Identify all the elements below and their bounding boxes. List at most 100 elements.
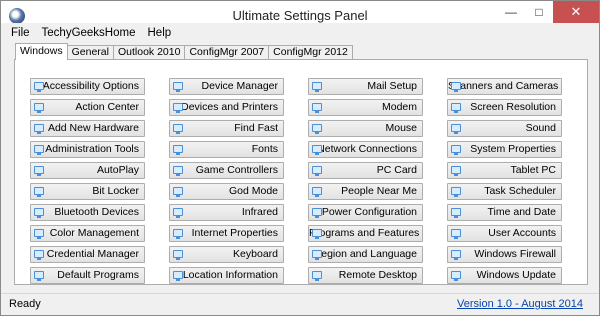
setting-button-mouse[interactable]: Mouse <box>308 120 423 137</box>
setting-button-label: Bit Locker <box>92 185 139 197</box>
monitor-icon <box>451 250 461 260</box>
setting-button-label: Region and Language <box>313 248 417 260</box>
minimize-button[interactable]: — <box>497 1 525 23</box>
setting-button-location-information[interactable]: Location Information <box>169 267 284 284</box>
monitor-icon <box>312 208 322 218</box>
setting-button-label: Accessibility Options <box>42 80 139 92</box>
monitor-icon <box>451 145 461 155</box>
setting-button-label: Remote Desktop <box>338 269 417 281</box>
monitor-icon <box>173 82 183 92</box>
setting-button-label: Game Controllers <box>195 164 278 176</box>
monitor-icon <box>34 103 44 113</box>
monitor-icon <box>312 166 322 176</box>
setting-button-scanners-and-cameras[interactable]: Scanners and Cameras <box>447 78 562 95</box>
setting-button-label: Task Scheduler <box>484 185 556 197</box>
monitor-icon <box>173 271 183 281</box>
monitor-icon <box>312 145 322 155</box>
monitor-icon <box>173 250 183 260</box>
monitor-icon <box>312 187 322 197</box>
setting-button-label: User Accounts <box>488 227 556 239</box>
monitor-icon <box>173 124 183 134</box>
setting-button-network-connections[interactable]: Network Connections <box>308 141 423 158</box>
tab-configmgr-2007[interactable]: ConfigMgr 2007 <box>184 45 270 59</box>
maximize-button[interactable]: □ <box>525 1 553 23</box>
setting-button-tablet-pc[interactable]: Tablet PC <box>447 162 562 179</box>
setting-button-keyboard[interactable]: Keyboard <box>169 246 284 263</box>
setting-button-fonts[interactable]: Fonts <box>169 141 284 158</box>
status-text: Ready <box>9 298 41 310</box>
setting-button-system-properties[interactable]: System Properties <box>447 141 562 158</box>
setting-button-autoplay[interactable]: AutoPlay <box>30 162 145 179</box>
setting-button-bit-locker[interactable]: Bit Locker <box>30 183 145 200</box>
monitor-icon <box>312 271 322 281</box>
tab-outlook-2010[interactable]: Outlook 2010 <box>112 45 186 59</box>
monitor-icon <box>34 124 44 134</box>
monitor-icon <box>173 208 183 218</box>
setting-button-label: AutoPlay <box>96 164 139 176</box>
setting-button-action-center[interactable]: Action Center <box>30 99 145 116</box>
setting-button-device-manager[interactable]: Device Manager <box>169 78 284 95</box>
setting-button-credential-manager[interactable]: Credential Manager <box>30 246 145 263</box>
setting-button-user-accounts[interactable]: User Accounts <box>447 225 562 242</box>
monitor-icon <box>173 145 183 155</box>
setting-button-region-and-language[interactable]: Region and Language <box>308 246 423 263</box>
setting-button-label: PC Card <box>376 164 417 176</box>
setting-button-administration-tools[interactable]: Administration Tools <box>30 141 145 158</box>
setting-button-label: Windows Firewall <box>474 248 556 260</box>
setting-button-game-controllers[interactable]: Game Controllers <box>169 162 284 179</box>
setting-button-pc-card[interactable]: PC Card <box>308 162 423 179</box>
version-link[interactable]: Version 1.0 - August 2014 <box>457 298 583 310</box>
setting-button-add-new-hardware[interactable]: Add New Hardware <box>30 120 145 137</box>
setting-button-label: Screen Resolution <box>470 101 556 113</box>
setting-button-programs-and-features[interactable]: Programs and Features <box>308 225 423 242</box>
monitor-icon <box>312 103 322 113</box>
tab-windows[interactable]: Windows <box>15 43 68 60</box>
setting-button-people-near-me[interactable]: People Near Me <box>308 183 423 200</box>
setting-button-windows-update[interactable]: Windows Update <box>447 267 562 284</box>
setting-button-label: Network Connections <box>317 143 417 155</box>
settings-button-grid: Accessibility Options Device Manager Mail … <box>30 78 562 284</box>
setting-button-time-and-date[interactable]: Time and Date <box>447 204 562 221</box>
setting-button-label: People Near Me <box>341 185 417 197</box>
setting-button-windows-firewall[interactable]: Windows Firewall <box>447 246 562 263</box>
setting-button-devices-and-printers[interactable]: Devices and Printers <box>169 99 284 116</box>
setting-button-color-management[interactable]: Color Management <box>30 225 145 242</box>
monitor-icon <box>34 271 44 281</box>
setting-button-infrared[interactable]: Infrared <box>169 204 284 221</box>
setting-button-modem[interactable]: Modem <box>308 99 423 116</box>
app-window: Ultimate Settings Panel — □ ✕ File Techy… <box>0 0 600 316</box>
menu-file[interactable]: File <box>5 23 36 43</box>
close-button[interactable]: ✕ <box>553 1 599 23</box>
setting-button-default-programs[interactable]: Default Programs <box>30 267 145 284</box>
menu-bar: File TechyGeeksHome Help <box>1 23 599 43</box>
monitor-icon <box>34 250 44 260</box>
menu-techygeekshome[interactable]: TechyGeeksHome <box>36 23 142 43</box>
setting-button-label: Credential Manager <box>46 248 139 260</box>
setting-button-mail-setup[interactable]: Mail Setup <box>308 78 423 95</box>
setting-button-label: Bluetooth Devices <box>54 206 139 218</box>
monitor-icon <box>451 229 461 239</box>
setting-button-sound[interactable]: Sound <box>447 120 562 137</box>
setting-button-label: Infrared <box>241 206 278 218</box>
setting-button-find-fast[interactable]: Find Fast <box>169 120 284 137</box>
setting-button-power-configuration[interactable]: Power Configuration <box>308 204 423 221</box>
setting-button-internet-properties[interactable]: Internet Properties <box>169 225 284 242</box>
setting-button-label: Windows Update <box>476 269 556 281</box>
monitor-icon <box>173 187 183 197</box>
tab-strip: Windows General Outlook 2010 ConfigMgr 2… <box>15 43 353 60</box>
setting-button-screen-resolution[interactable]: Screen Resolution <box>447 99 562 116</box>
monitor-icon <box>34 229 44 239</box>
setting-button-remote-desktop[interactable]: Remote Desktop <box>308 267 423 284</box>
monitor-icon <box>451 271 461 281</box>
menu-help[interactable]: Help <box>142 23 178 43</box>
tab-general[interactable]: General <box>66 45 114 59</box>
setting-button-accessibility-options[interactable]: Accessibility Options <box>30 78 145 95</box>
setting-button-label: Time and Date <box>487 206 556 218</box>
setting-button-god-mode[interactable]: God Mode <box>169 183 284 200</box>
setting-button-bluetooth-devices[interactable]: Bluetooth Devices <box>30 204 145 221</box>
setting-button-task-scheduler[interactable]: Task Scheduler <box>447 183 562 200</box>
tab-panel-windows: Accessibility Options Device Manager Mail … <box>14 59 588 285</box>
monitor-icon <box>451 124 461 134</box>
monitor-icon <box>451 187 461 197</box>
tab-configmgr-2012[interactable]: ConfigMgr 2012 <box>268 45 353 59</box>
